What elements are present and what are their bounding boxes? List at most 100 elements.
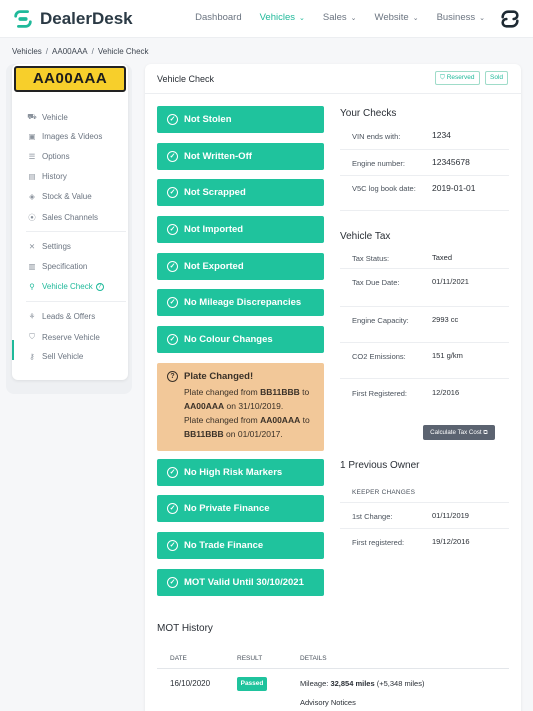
vehicle-check-panel: Vehicle Check ⛉ Reserved Sold ✓ Not Stole…	[145, 64, 521, 711]
reserved-badge[interactable]: ⛉ Reserved	[435, 71, 480, 85]
tax-row: Tax Status: Taxed	[340, 246, 509, 269]
your-checks-row: Engine number: 12345678	[340, 150, 509, 176]
nav-label: Dashboard	[195, 12, 242, 23]
warning-text: to	[299, 387, 310, 397]
sidebar-item-settings[interactable]: ✕ Settings	[26, 242, 71, 251]
row-value: 151 g/km	[432, 351, 463, 360]
warning-title: ? Plate Changed!	[167, 371, 314, 382]
advisory-notices[interactable]: Advisory Notices	[300, 698, 356, 707]
sidebar-item-specification[interactable]: ▥ Specification	[26, 262, 87, 271]
sidebar-item-label: Settings	[42, 242, 71, 251]
sold-badge[interactable]: Sold	[485, 71, 509, 85]
nav-website[interactable]: Website ⌄	[375, 12, 419, 23]
calculate-tax-cost-button[interactable]: Calculate Tax Cost ⧉	[423, 425, 495, 440]
mot-col-result: RESULT	[237, 655, 263, 662]
breadcrumb-vehicles[interactable]: Vehicles	[12, 47, 42, 56]
brand-mark-icon[interactable]	[499, 8, 521, 30]
sidebar-item-label: Sales Channels	[42, 213, 99, 222]
plate-from: BB11BBB	[260, 387, 300, 397]
sidebar-divider	[26, 301, 126, 302]
check-tile: ✓ No Colour Changes	[157, 326, 324, 353]
app-logo[interactable]: DealerDesk	[12, 8, 133, 30]
sidebar-item-reserve[interactable]: ⛉ Reserve Vehicle	[26, 332, 100, 342]
check-tile: ✓ Not Exported	[157, 253, 324, 280]
check-circle-icon: ✓	[167, 187, 178, 198]
sidebar-item-vehicle[interactable]: ⛟ Vehicle	[26, 112, 68, 122]
sidebar-item-vehicle-check[interactable]: ⚲ Vehicle Check?	[26, 282, 104, 291]
sidebar-item-label: Sell Vehicle	[42, 352, 84, 361]
tax-row: First Registered: 12/2016	[340, 379, 509, 417]
row-value: 2993 cc	[432, 315, 459, 324]
check-label: No Colour Changes	[184, 334, 273, 345]
key-icon: ⚷	[29, 352, 35, 361]
mot-col-details: DETAILS	[300, 655, 327, 662]
mot-date: 16/10/2020	[170, 679, 211, 688]
app-name: DealerDesk	[40, 9, 133, 28]
sidebar-item-label: Specification	[42, 262, 88, 271]
check-circle-icon: ✓	[167, 151, 178, 162]
keeper-row: First registered: 19/12/2016	[340, 529, 509, 553]
sidebar-item-images[interactable]: ▣ Images & Videos	[26, 132, 102, 141]
mot-history-title: MOT History	[157, 623, 213, 634]
row-label: First Registered:	[352, 389, 408, 398]
nav-label: Business	[436, 12, 476, 23]
tax-row: Engine Capacity: 2993 cc	[340, 307, 509, 343]
chevron-down-icon: ⌄	[299, 14, 305, 22]
check-tile: ✓ Not Stolen	[157, 106, 324, 133]
warning-title-text: Plate Changed!	[184, 371, 254, 382]
check-label: No Private Finance	[184, 503, 270, 514]
check-tile: ✓ MOT Valid Until 30/10/2021	[157, 569, 324, 596]
check-label: No High Risk Markers	[184, 467, 283, 478]
sidebar-item-sales-channels[interactable]: ⦿ Sales Channels	[26, 212, 98, 223]
tax-row: CO2 Emissions: 151 g/km	[340, 343, 509, 379]
check-tile: ✓ Not Written-Off	[157, 143, 324, 170]
spec-icon: ▥	[28, 262, 36, 271]
warning-text: Plate changed from	[184, 387, 261, 397]
mot-divider	[157, 668, 509, 669]
page-title: Vehicle Check	[157, 74, 215, 84]
check-circle-icon: ✓	[167, 503, 178, 514]
help-icon[interactable]: ?	[95, 282, 104, 291]
image-icon: ▣	[28, 132, 36, 141]
breadcrumb: Vehicles / AA00AAA / Vehicle Check	[12, 47, 149, 56]
nav-vehicles[interactable]: Vehicles ⌄	[260, 12, 305, 23]
row-label: 1st Change:	[352, 512, 393, 521]
chevron-down-icon: ⌄	[412, 14, 419, 22]
nav-business[interactable]: Business ⌄	[437, 12, 485, 23]
check-label: No Mileage Discrepancies	[184, 297, 302, 308]
check-label: MOT Valid Until 30/10/2021	[184, 577, 304, 588]
plate-from: AA00AAA	[260, 415, 301, 425]
sidebar-item-sell[interactable]: ⚷ Sell Vehicle	[26, 352, 83, 361]
check-tile: ✓ No High Risk Markers	[157, 459, 324, 486]
row-value: Taxed	[432, 253, 453, 262]
plate-to: AA00AAA	[184, 401, 225, 411]
check-tile: ✓ No Private Finance	[157, 495, 324, 522]
warning-text: to	[300, 415, 310, 425]
check-label: No Trade Finance	[184, 540, 264, 551]
sidebar-item-label: Vehicle Check	[42, 282, 93, 291]
breadcrumb-plate[interactable]: AA00AAA	[52, 47, 88, 56]
nav-sales[interactable]: Sales ⌄	[323, 12, 357, 23]
badge-label: Sold	[490, 74, 504, 81]
active-indicator	[12, 340, 14, 360]
check-label: Not Scrapped	[184, 187, 246, 198]
check-tile: ✓ No Trade Finance	[157, 532, 324, 559]
row-label: CO2 Emissions:	[352, 352, 406, 361]
sidebar-item-options[interactable]: ☰ Options	[26, 152, 70, 161]
check-label: Not Written-Off	[184, 151, 252, 162]
check-circle-icon: ✓	[167, 224, 178, 235]
row-label: First registered:	[352, 538, 405, 547]
sidebar-item-leads[interactable]: ⚘ Leads & Offers	[26, 312, 96, 321]
list-icon: ☰	[28, 152, 36, 161]
dealerdesk-logo-icon	[14, 10, 32, 28]
check-circle-icon: ✓	[167, 540, 178, 551]
your-checks-title: Your Checks	[340, 108, 397, 119]
plate-changed-warning: ? Plate Changed! Plate changed from BB11B…	[157, 363, 324, 451]
sidebar-item-history[interactable]: ▤ History	[26, 172, 66, 181]
car-icon: ⛟	[27, 112, 37, 121]
nav-dashboard[interactable]: Dashboard	[195, 12, 241, 23]
check-circle-icon: ✓	[167, 467, 178, 478]
sidebar-item-stock[interactable]: ◈ Stock & Value	[26, 192, 92, 201]
panel-header: Vehicle Check ⛉ Reserved Sold	[145, 64, 521, 94]
check-tile: ✓ No Mileage Discrepancies	[157, 289, 324, 316]
